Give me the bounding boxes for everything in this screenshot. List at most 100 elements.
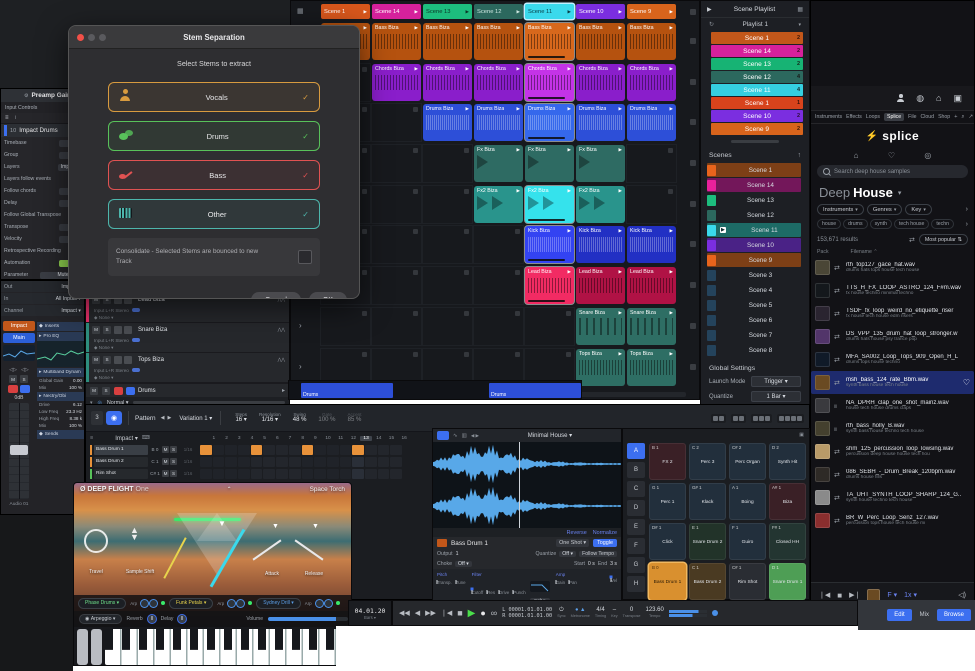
pack-artwork[interactable] [815,260,830,275]
empty-clip-slot[interactable] [372,186,421,223]
scene-header-scene-11[interactable]: Scene 11▶ [525,4,574,19]
param-value[interactable]: 100 % [69,423,82,428]
step-12[interactable] [340,469,352,479]
step-16[interactable] [390,469,402,479]
clip-stop-button[interactable] [690,79,696,85]
device-param-mix[interactable]: Mix100 % [37,422,84,429]
scene-row-scene-14[interactable]: Scene 14 [707,178,801,192]
step-11[interactable] [327,457,339,467]
variation-select[interactable]: Variation 1 ▾ [179,415,212,422]
scene-header-scene-1[interactable]: Scene 1▶ [321,4,370,19]
drum-pad-snare-drum-2[interactable]: E 1Snare Drum 2 [689,523,726,560]
step-14[interactable] [365,469,377,479]
clip-fx2-biza[interactable]: Fx2 Biza▶ [576,186,625,223]
clip-play-icon[interactable]: ▶ [415,25,418,31]
eq-thumbnail[interactable] [3,345,35,361]
playlist-scene-scene-1[interactable]: Scene 11 [711,97,803,109]
stop-button[interactable]: ■ [457,608,462,618]
clip-stop-button[interactable] [690,201,696,207]
device-select[interactable]: Impact ▾ [115,435,138,442]
edit-view-button[interactable]: Edit [887,609,911,621]
step-2[interactable] [213,469,225,479]
empty-clip-slot[interactable] [423,145,472,182]
clip-play-icon[interactable]: ▶ [466,25,469,31]
pack-column-header[interactable]: Pack [817,249,829,255]
drum-pad-perc-1[interactable]: G 1Perc 1 [649,483,686,520]
clip-play-icon[interactable]: ▶ [670,310,673,316]
arranger-clip[interactable]: Drums [489,383,581,398]
clip-play-icon[interactable]: ▶ [670,106,673,112]
filter-instruments[interactable]: Instruments▾ [817,204,864,215]
clip-chords-biza[interactable]: Chords Biza▶ [627,64,676,101]
track-expand-icon[interactable]: › [299,321,302,330]
step-6[interactable] [263,469,275,479]
track-name[interactable]: Tops Biza [138,357,164,363]
loop-icon[interactable]: ∿ [453,433,458,439]
layer-knobs[interactable] [228,600,244,607]
row-mute-button[interactable]: M [162,470,169,477]
step-14[interactable] [365,445,377,455]
scene-play-icon[interactable]: ▶ [517,9,520,15]
list-icon[interactable]: ≡ [90,435,93,441]
play-icon[interactable]: ▶ [707,6,712,13]
clip-play-icon[interactable]: ▶ [568,66,571,72]
pack-artwork[interactable] [815,329,830,344]
step-1[interactable] [200,469,212,479]
scene-row-scene-12[interactable]: Scene 12 [707,208,801,222]
scene-row-scene-4[interactable]: Scene 4 [707,283,801,297]
start-value[interactable]: 0 s [588,561,595,567]
step-number-14[interactable]: 14 [373,436,385,441]
step-16[interactable] [390,445,402,455]
plus-icon[interactable]: + [954,114,957,120]
track-header-tops-biza[interactable]: MSTops Biza⋀⋀Input L+R Stereo◆ None ▾ [86,353,289,383]
pad-bank-e[interactable]: E [627,519,645,535]
solo-button[interactable]: S [20,375,28,383]
clip-snare-biza[interactable]: Snare Biza▶ [576,308,625,345]
track-expand-icon[interactable]: › [299,362,302,371]
step-8[interactable] [289,445,301,455]
layer-chip-sydney-drill[interactable]: Sydney Drill ▾ [256,598,301,609]
clip-play-icon[interactable]: ▶ [517,66,520,72]
release-env-line[interactable] [295,539,324,560]
stem-option-bass[interactable]: Bass✓ [108,160,320,190]
sample-row[interactable]: ⇄TA_UHT_SYNTH_LOOP_SHARP_124_G..synth ho… [811,486,974,509]
step-13-active[interactable] [352,445,364,455]
tab-splice[interactable]: Splice [884,113,904,121]
step-15[interactable] [378,457,390,467]
input-toggle[interactable] [132,338,140,342]
mute-button[interactable]: M [90,387,98,395]
empty-clip-slot[interactable] [627,145,676,182]
loop-button[interactable]: ∞ [491,608,497,618]
scene-row-scene-8[interactable]: Scene 8 [707,343,801,357]
pack-artwork[interactable] [815,352,830,367]
gear-icon[interactable]: ⚙ [24,93,28,99]
attack-handle-icon[interactable]: ▼ [272,523,279,530]
row-solo-button[interactable]: S [170,458,177,465]
player-rate-select[interactable]: 1x ▾ [904,591,917,599]
volume-fader[interactable] [9,403,29,499]
clip-stop-button[interactable] [690,323,696,329]
volume-slider[interactable] [268,617,348,621]
clip-play-icon[interactable]: ▶ [466,66,469,72]
consolidate-option[interactable]: Consolidate - Selected Stems are bounced… [108,238,320,276]
param-value[interactable]: 8.38 k [69,416,82,421]
pack-artwork[interactable] [815,467,830,482]
layer-knobs[interactable] [316,600,332,607]
ok-button[interactable]: OK [309,292,347,299]
param-value[interactable]: 6.12 [73,402,82,407]
filename-column-header[interactable]: Filename ⌃ [851,249,878,255]
pack-artwork[interactable] [815,513,830,528]
solo-button[interactable]: S [103,356,111,364]
clip-bass-biza[interactable]: Bass Biza▶ [474,23,523,60]
key-control[interactable]: –Key [611,607,618,618]
tab-effects[interactable]: Effects [846,114,862,120]
monitor-button[interactable] [124,326,132,334]
menu-icon[interactable]: ≡ [5,115,9,121]
empty-clip-slot[interactable] [372,145,421,182]
param-value[interactable]: 23.3 Hz [66,409,82,414]
row-mute-button[interactable]: M [162,446,169,453]
step-13[interactable] [352,457,364,467]
pack-artwork[interactable] [815,283,830,298]
sample-row[interactable]: ⇄BR_W_Perc_Loop_Senz_127.wavpercussion t… [811,509,974,532]
normalize-button[interactable]: Normalize [593,530,617,536]
